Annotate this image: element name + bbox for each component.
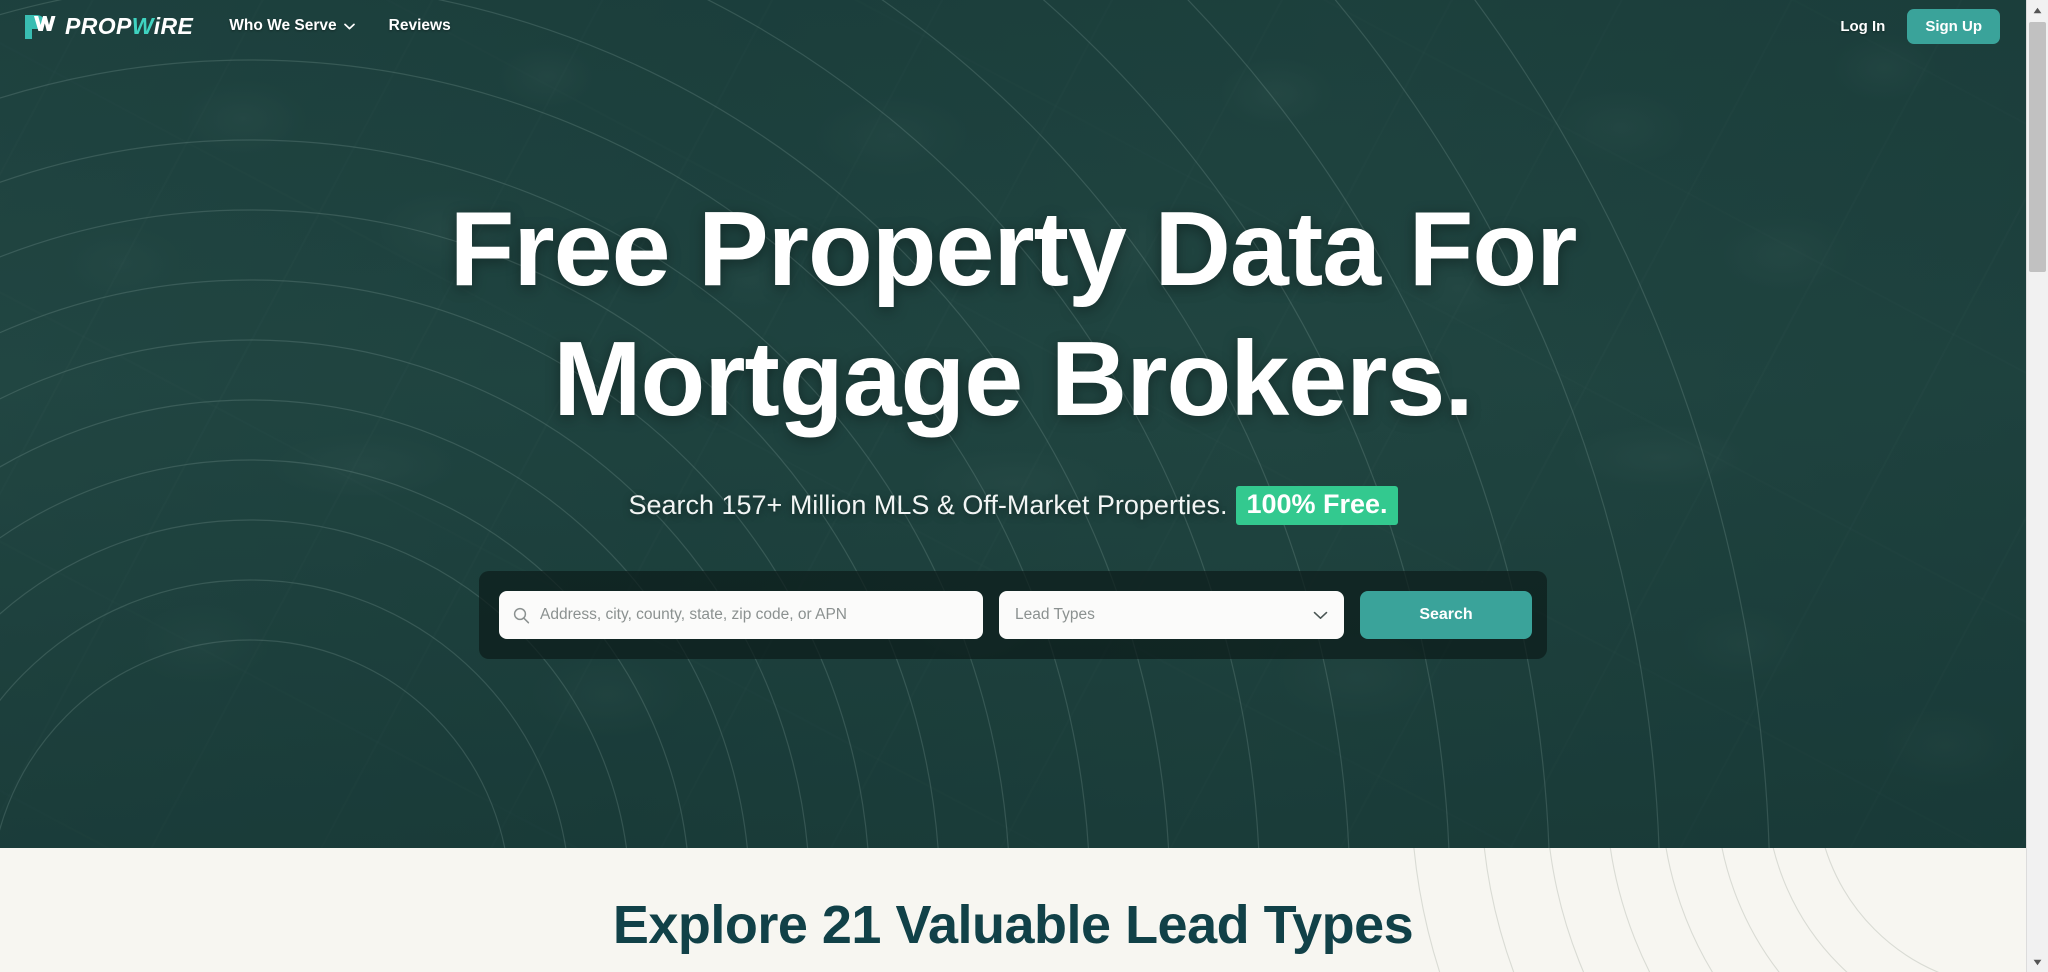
- scrollbar-down-button[interactable]: [2027, 952, 2048, 972]
- log-in-link[interactable]: Log In: [1840, 18, 1885, 35]
- nav-links-group: Who We Serve Reviews: [229, 17, 450, 35]
- lead-types-label: Lead Types: [1015, 606, 1095, 623]
- chevron-down-icon: [343, 23, 355, 29]
- brand-wordmark: PROPWiRE: [65, 13, 193, 40]
- nav-item-reviews[interactable]: Reviews: [389, 17, 451, 35]
- hero-search-bar: Lead Types Search: [479, 571, 1547, 659]
- search-button[interactable]: Search: [1360, 591, 1532, 639]
- brand-logo-link[interactable]: PROPWiRE: [22, 11, 193, 41]
- lead-types-title: Explore 21 Valuable Lead Types: [612, 895, 1414, 955]
- nav-item-reviews-label: Reviews: [388, 17, 451, 34]
- chevron-down-icon: [1313, 611, 1328, 619]
- lead-types-section: Explore 21 Valuable Lead Types: [0, 848, 2026, 972]
- search-input-wrapper[interactable]: [499, 591, 983, 639]
- search-icon: [513, 607, 530, 623]
- browser-viewport: PROPWiRE Who We Serve Reviews Log In Sig…: [0, 0, 2026, 972]
- sign-up-button[interactable]: Sign Up: [1907, 8, 2000, 44]
- triangle-down-icon: [2033, 959, 2042, 965]
- nav-item-who-we-serve[interactable]: Who We Serve: [229, 17, 355, 35]
- hero-section: PROPWiRE Who We Serve Reviews Log In Sig…: [0, 0, 2026, 848]
- brand-name-suffix: iRE: [153, 12, 194, 39]
- hero-teal-overlay: [0, 0, 2026, 848]
- browser-scrollbar[interactable]: [2026, 0, 2048, 972]
- nav-right-group: Log In Sign Up: [1840, 8, 2000, 44]
- search-input[interactable]: [540, 606, 969, 624]
- scrollbar-up-button[interactable]: [2027, 0, 2048, 20]
- nav-item-who-we-serve-label: Who We Serve: [229, 17, 337, 34]
- brand-name-prefix: PROP: [65, 12, 132, 39]
- scrollbar-thumb[interactable]: [2029, 22, 2046, 272]
- triangle-up-icon: [2033, 7, 2042, 13]
- brand-name-accent: W: [131, 12, 154, 39]
- page-root: PROPWiRE Who We Serve Reviews Log In Sig…: [0, 0, 2048, 972]
- lead-types-dropdown[interactable]: Lead Types: [999, 591, 1344, 639]
- propwire-logo-icon: [25, 15, 56, 39]
- top-navigation-bar: PROPWiRE Who We Serve Reviews Log In Sig…: [0, 0, 2026, 52]
